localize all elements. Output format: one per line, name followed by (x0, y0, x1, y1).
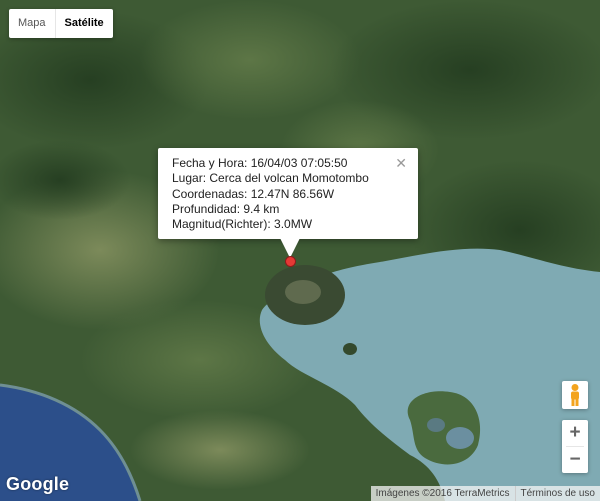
info-magnitude: Magnitud(Richter): 3.0MW (172, 217, 313, 232)
imagery-credit: Imágenes ©2016 TerraMetrics (370, 486, 515, 501)
terms-of-use-link[interactable]: Términos de uso (514, 486, 600, 501)
info-location: Lugar: Cerca del volcan Momotombo (172, 171, 369, 186)
map-type-control: Mapa Satélite (9, 9, 113, 38)
info-coordinates: Coordenadas: 12.47N 86.56W (172, 186, 335, 201)
zoom-in-button[interactable]: + (562, 420, 588, 446)
satellite-map[interactable]: Mapa Satélite Fecha y Hora: 16/04/03 07:… (0, 0, 600, 501)
pegman-figure (571, 384, 579, 406)
map-type-mapa[interactable]: Mapa (9, 9, 55, 38)
map-credits: Imágenes ©2016 TerraMetrics Términos de … (370, 486, 600, 501)
info-lines: Fecha y Hora: 16/04/03 07:05:50 Lugar: C… (172, 156, 369, 232)
info-date-time: Fecha y Hora: 16/04/03 07:05:50 (172, 156, 348, 170)
google-logo: Google (6, 474, 70, 494)
info-window-pointer (280, 238, 300, 258)
pegman-icon[interactable] (562, 381, 588, 409)
map-type-satelite[interactable]: Satélite (54, 9, 113, 38)
close-icon[interactable]: ✕ (395, 156, 407, 170)
earthquake-info-window: Fecha y Hora: 16/04/03 07:05:50 Lugar: C… (158, 148, 418, 239)
earthquake-marker[interactable] (285, 256, 296, 267)
satellite-imagery (0, 0, 600, 501)
zoom-out-button[interactable]: − (562, 447, 588, 473)
zoom-control: + − (562, 420, 588, 473)
info-depth: Profundidad: 9.4 km (172, 201, 280, 216)
